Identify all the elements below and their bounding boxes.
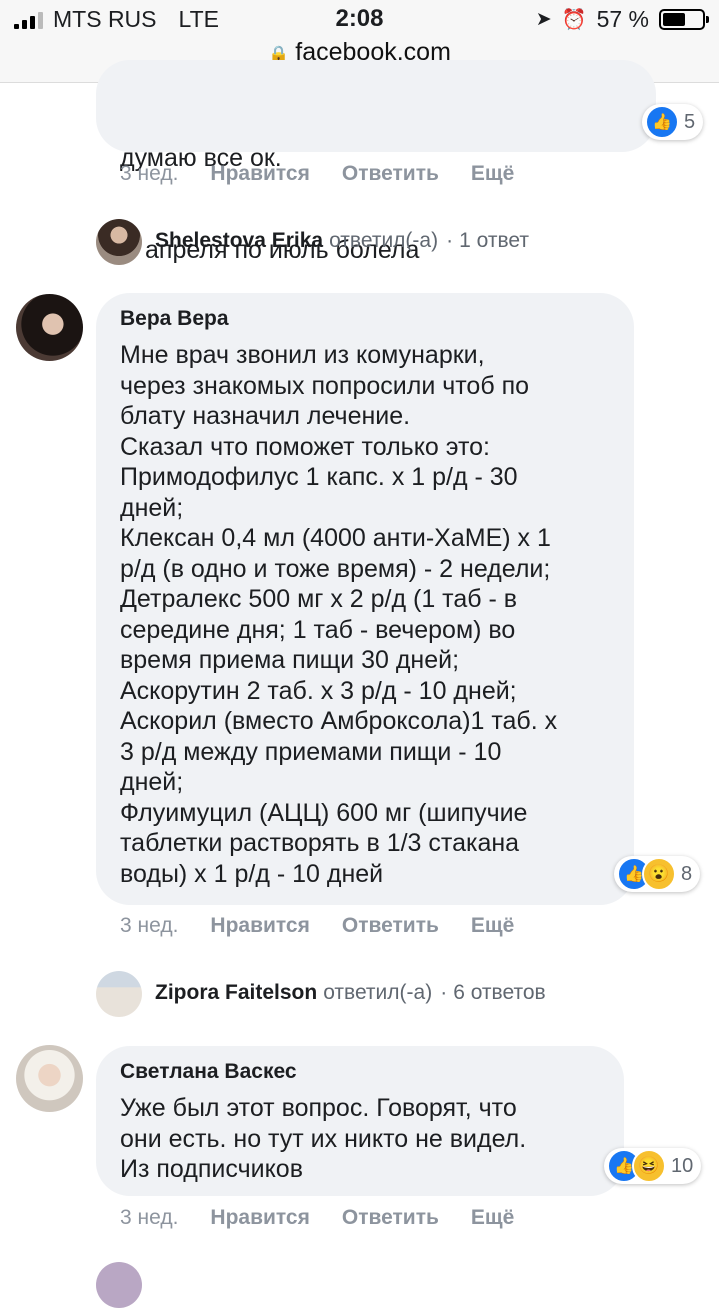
status-icons: ➤ ⏰ 57 %: [535, 6, 709, 33]
reply-verb: ответил(-а): [323, 981, 433, 1004]
comment-actions: 3 нед. Нравится Ответить Ещё: [120, 1206, 514, 1230]
avatar[interactable]: [96, 971, 142, 1017]
avatar[interactable]: [96, 1262, 142, 1308]
battery-fill: [663, 13, 685, 26]
avatar[interactable]: [96, 219, 142, 265]
battery-percent: 57 %: [596, 6, 649, 32]
reaction-count: 5: [684, 110, 696, 133]
separator-dot: ·: [440, 981, 448, 1004]
location-arrow-icon: ➤: [535, 9, 552, 30]
wow-reaction-icon: 😮: [642, 857, 676, 891]
like-button[interactable]: Нравится: [210, 1206, 309, 1230]
view-replies-link[interactable]: Shelestova Erika ответил(-а) · 1 ответ: [155, 229, 529, 253]
reply-button[interactable]: Ответить: [342, 914, 439, 938]
comment-author[interactable]: Вера Вера: [120, 307, 229, 331]
comment-author[interactable]: Светлана Васкес: [120, 1060, 297, 1084]
reaction-count: 10: [671, 1154, 694, 1177]
reply-button[interactable]: Ответить: [342, 162, 439, 186]
comment-actions: 3 нед. Нравится Ответить Ещё: [120, 914, 514, 938]
reply-author-name: Zipora Faitelson: [155, 981, 318, 1004]
avatar[interactable]: [16, 294, 83, 361]
view-replies-link[interactable]: Zipora Faitelson ответил(-а) · 6 ответов: [155, 981, 546, 1005]
battery-icon: [659, 9, 709, 30]
haha-reaction-icon: 😆: [632, 1149, 666, 1183]
comment-bubble: Светлана Васкес Уже был этот вопрос. Гов…: [96, 1046, 624, 1196]
like-button[interactable]: Нравится: [210, 914, 309, 938]
reply-count: 6 ответов: [453, 981, 546, 1004]
alarm-clock-icon: ⏰: [561, 9, 587, 31]
reaction-summary[interactable]: 👍 5: [642, 104, 704, 140]
more-button[interactable]: Ещё: [471, 914, 514, 938]
reply-count: 1 ответ: [459, 229, 529, 252]
reaction-count: 8: [681, 862, 693, 885]
comment-text: Уже был этот вопрос. Говорят, что они ес…: [120, 1094, 527, 1183]
comment-actions: 3 нед. Нравится Ответить Ещё: [120, 162, 514, 186]
comment-text: Мне врач звонил из комунарки, через знак…: [120, 341, 558, 888]
reply-author-name: Shelestova Erika: [155, 229, 324, 252]
separator-dot: ·: [446, 229, 454, 252]
more-button[interactable]: Ещё: [471, 162, 514, 186]
comment-text: думаю все ок. С апреля по июль болела: [120, 82, 419, 326]
comment-time[interactable]: 3 нед.: [120, 914, 178, 938]
like-button[interactable]: Нравится: [210, 162, 309, 186]
reply-verb: ответил(-а): [329, 229, 439, 252]
comment-time[interactable]: 3 нед.: [120, 1206, 178, 1230]
comment-time[interactable]: 3 нед.: [120, 162, 178, 186]
like-reaction-icon: 👍: [645, 105, 679, 139]
comment-bubble: Вера Вера Мне врач звонил из комунарки, …: [96, 293, 634, 905]
comment-bubble: думаю все ок. С апреля по июль болела: [96, 60, 656, 264]
reaction-summary[interactable]: 👍 😆 10: [604, 1148, 702, 1184]
reply-button[interactable]: Ответить: [342, 1206, 439, 1230]
avatar[interactable]: [16, 1045, 83, 1112]
reaction-summary[interactable]: 👍 😮 8: [614, 856, 701, 892]
more-button[interactable]: Ещё: [471, 1206, 514, 1230]
